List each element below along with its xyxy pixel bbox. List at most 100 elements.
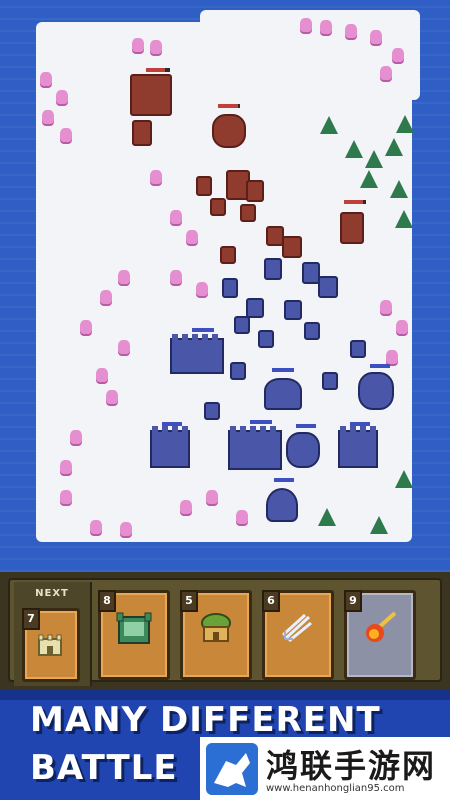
enemy-unit bbox=[210, 198, 226, 216]
tree bbox=[80, 320, 92, 334]
pine-tree bbox=[396, 115, 414, 133]
tree bbox=[132, 38, 144, 52]
health-bar bbox=[274, 478, 294, 482]
player-ogre[interactable] bbox=[286, 432, 320, 468]
enemy-unit bbox=[240, 204, 256, 222]
pine-tree bbox=[365, 150, 383, 168]
player-unit bbox=[318, 276, 338, 298]
watermark: 鸿联手游网 www.henanhonglian95.com bbox=[200, 737, 450, 800]
pine-tree bbox=[395, 210, 413, 228]
pine-tree bbox=[395, 470, 413, 488]
tree bbox=[70, 430, 82, 444]
player-unit bbox=[234, 316, 250, 334]
player-unit bbox=[350, 340, 366, 358]
tree bbox=[170, 270, 182, 284]
tree bbox=[196, 282, 208, 296]
enemy-unit bbox=[246, 180, 264, 202]
tree bbox=[386, 350, 398, 364]
enemy-unit bbox=[196, 176, 212, 196]
player-hut[interactable] bbox=[264, 378, 302, 410]
player-unit bbox=[264, 258, 282, 280]
tree bbox=[60, 490, 72, 504]
enemy-unit bbox=[132, 120, 152, 146]
enemy-ogre bbox=[212, 114, 246, 148]
tree bbox=[392, 48, 404, 62]
health-bar bbox=[296, 424, 316, 428]
card-slot-4[interactable]: 9 bbox=[344, 590, 416, 680]
player-unit bbox=[222, 278, 238, 298]
horse-logo-icon bbox=[206, 743, 258, 795]
next-card: 7 bbox=[22, 608, 80, 682]
tree bbox=[118, 270, 130, 284]
hut-icon bbox=[197, 609, 235, 647]
health-bar bbox=[350, 422, 370, 426]
health-bar bbox=[370, 364, 390, 368]
player-unit bbox=[322, 372, 338, 390]
player-castle[interactable] bbox=[150, 426, 190, 468]
health-bar bbox=[192, 328, 214, 332]
tree bbox=[300, 18, 312, 32]
watermark-title: 鸿联手游网 bbox=[266, 747, 437, 785]
tree bbox=[96, 368, 108, 382]
pine-tree bbox=[385, 138, 403, 156]
tree bbox=[90, 520, 102, 534]
pine-tree bbox=[370, 516, 388, 534]
card-cost: 8 bbox=[98, 590, 116, 612]
tree bbox=[150, 170, 162, 184]
tree bbox=[370, 30, 382, 44]
health-bar bbox=[250, 420, 272, 424]
tree bbox=[396, 320, 408, 334]
player-unit bbox=[258, 330, 274, 348]
fortress-icon bbox=[115, 609, 153, 647]
player-unit bbox=[204, 402, 220, 420]
player-unit bbox=[284, 300, 302, 320]
tree bbox=[186, 230, 198, 244]
tree bbox=[120, 522, 132, 536]
watermark-url: www.henanhonglian95.com bbox=[266, 783, 405, 794]
headline-line1: MANY DIFFERENT bbox=[30, 700, 381, 740]
player-unit bbox=[304, 322, 320, 340]
fireball-icon bbox=[361, 609, 399, 647]
pine-tree bbox=[390, 180, 408, 198]
pine-tree bbox=[320, 116, 338, 134]
next-card-cost: 7 bbox=[22, 608, 40, 630]
pine-tree bbox=[345, 140, 363, 158]
player-barracks[interactable] bbox=[170, 334, 224, 374]
tree bbox=[150, 40, 162, 54]
player-barracks[interactable] bbox=[228, 426, 282, 470]
banner-strip bbox=[0, 690, 450, 700]
tree bbox=[320, 20, 332, 34]
player-unit bbox=[246, 298, 264, 318]
arrows-icon bbox=[279, 609, 317, 647]
tree bbox=[118, 340, 130, 354]
card-tray: NEXT 7 8 5 6 9 bbox=[0, 572, 450, 690]
tree bbox=[60, 128, 72, 142]
player-castle[interactable] bbox=[338, 426, 378, 468]
tree bbox=[42, 110, 54, 124]
tree bbox=[170, 210, 182, 224]
player-catapult[interactable] bbox=[266, 488, 298, 522]
battle-map[interactable] bbox=[0, 0, 450, 572]
tree bbox=[106, 390, 118, 404]
next-card-panel: NEXT 7 bbox=[14, 582, 92, 686]
player-ogre[interactable] bbox=[358, 372, 394, 410]
enemy-catapult bbox=[340, 212, 364, 244]
health-bar bbox=[344, 200, 366, 204]
tree bbox=[180, 500, 192, 514]
card-cost: 5 bbox=[180, 590, 198, 612]
enemy-unit bbox=[282, 236, 302, 258]
tree bbox=[60, 460, 72, 474]
tree bbox=[56, 90, 68, 104]
card-cost: 9 bbox=[344, 590, 362, 612]
tree bbox=[380, 300, 392, 314]
card-slot-2[interactable]: 5 bbox=[180, 590, 252, 680]
card-slot-3[interactable]: 6 bbox=[262, 590, 334, 680]
health-bar bbox=[162, 422, 182, 426]
next-label: NEXT bbox=[35, 588, 69, 599]
tree bbox=[236, 510, 248, 524]
card-cost: 6 bbox=[262, 590, 280, 612]
tree bbox=[345, 24, 357, 38]
card-tray-panel: NEXT 7 8 5 6 9 bbox=[8, 578, 442, 686]
tree bbox=[100, 290, 112, 304]
card-slot-1[interactable]: 8 bbox=[98, 590, 170, 680]
